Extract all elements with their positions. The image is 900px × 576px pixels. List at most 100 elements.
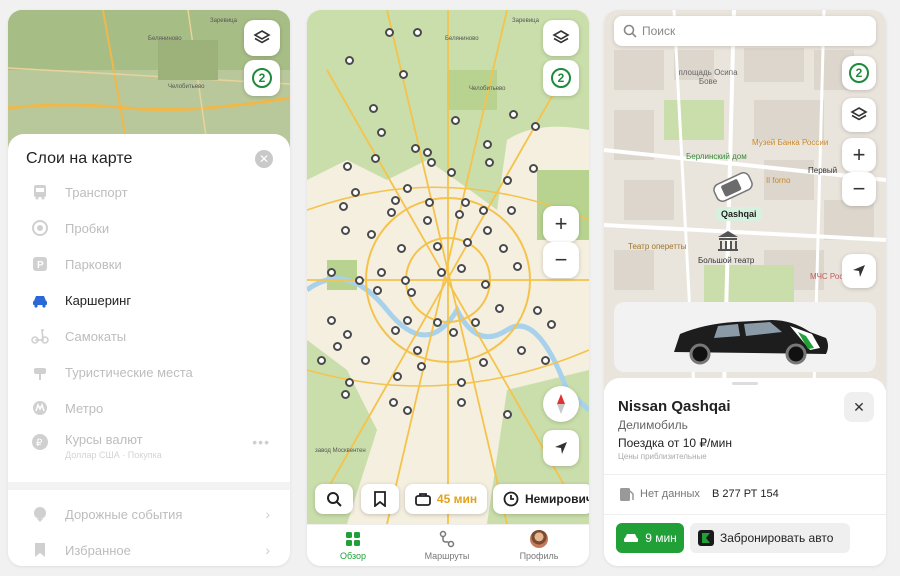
car-marker[interactable] xyxy=(403,406,412,415)
car-marker[interactable] xyxy=(351,188,360,197)
my-location-button[interactable] xyxy=(842,254,876,288)
layer-transport[interactable]: Транспорт xyxy=(8,174,290,210)
car-marker[interactable] xyxy=(397,244,406,253)
car-marker[interactable] xyxy=(541,356,550,365)
car-marker[interactable] xyxy=(345,378,354,387)
tab-profile[interactable]: Профиль xyxy=(499,529,579,561)
layer-metro[interactable]: Метро xyxy=(8,390,290,426)
car-marker[interactable] xyxy=(455,210,464,219)
car-marker[interactable] xyxy=(327,268,336,277)
car-marker[interactable] xyxy=(389,398,398,407)
layer-road-events[interactable]: Дорожные события › xyxy=(8,496,290,532)
car-marker[interactable] xyxy=(369,104,378,113)
layers-button[interactable] xyxy=(244,20,280,56)
car-marker[interactable] xyxy=(471,318,480,327)
car-marker[interactable] xyxy=(385,28,394,37)
car-marker[interactable] xyxy=(425,198,434,207)
car-marker[interactable] xyxy=(343,330,352,339)
layer-traffic[interactable]: Пробки xyxy=(8,210,290,246)
car-marker[interactable] xyxy=(517,346,526,355)
car-marker[interactable] xyxy=(433,318,442,327)
layer-scooters[interactable]: Самокаты xyxy=(8,318,290,354)
layers-button[interactable] xyxy=(543,20,579,56)
my-location-button[interactable] xyxy=(543,430,579,466)
car-marker[interactable] xyxy=(485,158,494,167)
tab-routes[interactable]: Маршруты xyxy=(407,529,487,561)
car-marker[interactable] xyxy=(499,244,508,253)
car-marker[interactable] xyxy=(479,206,488,215)
search-button[interactable] xyxy=(315,484,353,514)
tab-overview[interactable]: Обзор xyxy=(313,529,393,561)
car-marker[interactable] xyxy=(457,398,466,407)
layer-parking[interactable]: P Парковки xyxy=(8,246,290,282)
book-car-button[interactable]: Забронировать авто xyxy=(690,523,850,553)
car-marker[interactable] xyxy=(339,202,348,211)
car-marker[interactable] xyxy=(481,280,490,289)
car-marker[interactable] xyxy=(387,208,396,217)
car-marker[interactable] xyxy=(345,56,354,65)
car-marker[interactable] xyxy=(327,316,336,325)
car-marker[interactable] xyxy=(449,328,458,337)
place-button[interactable]: Немирович xyxy=(493,484,589,514)
car-marker[interactable] xyxy=(437,268,446,277)
car-marker[interactable] xyxy=(451,116,460,125)
car-marker[interactable] xyxy=(513,262,522,271)
car-marker[interactable] xyxy=(391,196,400,205)
car-marker[interactable] xyxy=(333,342,342,351)
car-marker[interactable] xyxy=(529,164,538,173)
car-marker[interactable] xyxy=(509,110,518,119)
car-marker[interactable] xyxy=(447,168,456,177)
car-marker[interactable] xyxy=(423,148,432,157)
zoom-out-button[interactable]: − xyxy=(842,172,876,206)
car-marker[interactable] xyxy=(399,70,408,79)
work-eta-button[interactable]: 45 мин xyxy=(405,484,487,514)
car-marker[interactable] xyxy=(427,158,436,167)
car-marker[interactable] xyxy=(531,122,540,131)
car-marker[interactable] xyxy=(413,28,422,37)
car-marker[interactable] xyxy=(461,198,470,207)
traffic-score-button[interactable]: 2 xyxy=(543,60,579,96)
car-marker[interactable] xyxy=(483,226,492,235)
layer-currency[interactable]: ₽ Курсы валют Доллар США · Покупка ••• xyxy=(8,426,290,470)
compass-button[interactable] xyxy=(543,386,579,422)
car-marker[interactable] xyxy=(377,128,386,137)
car-marker[interactable] xyxy=(371,154,380,163)
car-marker[interactable] xyxy=(495,304,504,313)
layer-tourist-places[interactable]: Туристические места xyxy=(8,354,290,390)
layer-favorites[interactable]: Избранное › xyxy=(8,532,290,566)
car-marker[interactable] xyxy=(479,358,488,367)
car-marker[interactable] xyxy=(463,238,472,247)
car-marker[interactable] xyxy=(355,276,364,285)
traffic-score-button[interactable]: 2 xyxy=(842,56,876,90)
car-marker[interactable] xyxy=(317,356,326,365)
car-marker[interactable] xyxy=(503,410,512,419)
car-marker[interactable] xyxy=(533,306,542,315)
close-button[interactable]: ✕ xyxy=(844,392,874,422)
car-marker-icon[interactable] xyxy=(710,172,756,202)
car-marker[interactable] xyxy=(483,140,492,149)
car-marker[interactable] xyxy=(401,276,410,285)
car-tag[interactable]: Qashqai xyxy=(716,207,762,221)
car-marker[interactable] xyxy=(413,346,422,355)
car-marker[interactable] xyxy=(341,226,350,235)
zoom-in-button[interactable]: + xyxy=(842,138,876,172)
more-icon[interactable]: ••• xyxy=(252,434,270,450)
car-marker[interactable] xyxy=(457,378,466,387)
car-marker[interactable] xyxy=(377,268,386,277)
car-marker[interactable] xyxy=(417,362,426,371)
car-marker[interactable] xyxy=(423,216,432,225)
car-marker[interactable] xyxy=(367,230,376,239)
car-marker[interactable] xyxy=(433,242,442,251)
car-marker[interactable] xyxy=(411,144,420,153)
car-marker[interactable] xyxy=(407,288,416,297)
zoom-in-button[interactable]: + xyxy=(543,206,579,242)
car-marker[interactable] xyxy=(343,162,352,171)
traffic-score-button[interactable]: 2 xyxy=(244,60,280,96)
car-marker[interactable] xyxy=(393,372,402,381)
layers-button[interactable] xyxy=(842,98,876,132)
walk-time-button[interactable]: 9 мин xyxy=(616,523,684,553)
car-marker[interactable] xyxy=(373,286,382,295)
search-bar[interactable]: Поиск xyxy=(614,16,876,46)
close-button[interactable]: ✕ xyxy=(255,150,273,168)
car-marker[interactable] xyxy=(547,320,556,329)
